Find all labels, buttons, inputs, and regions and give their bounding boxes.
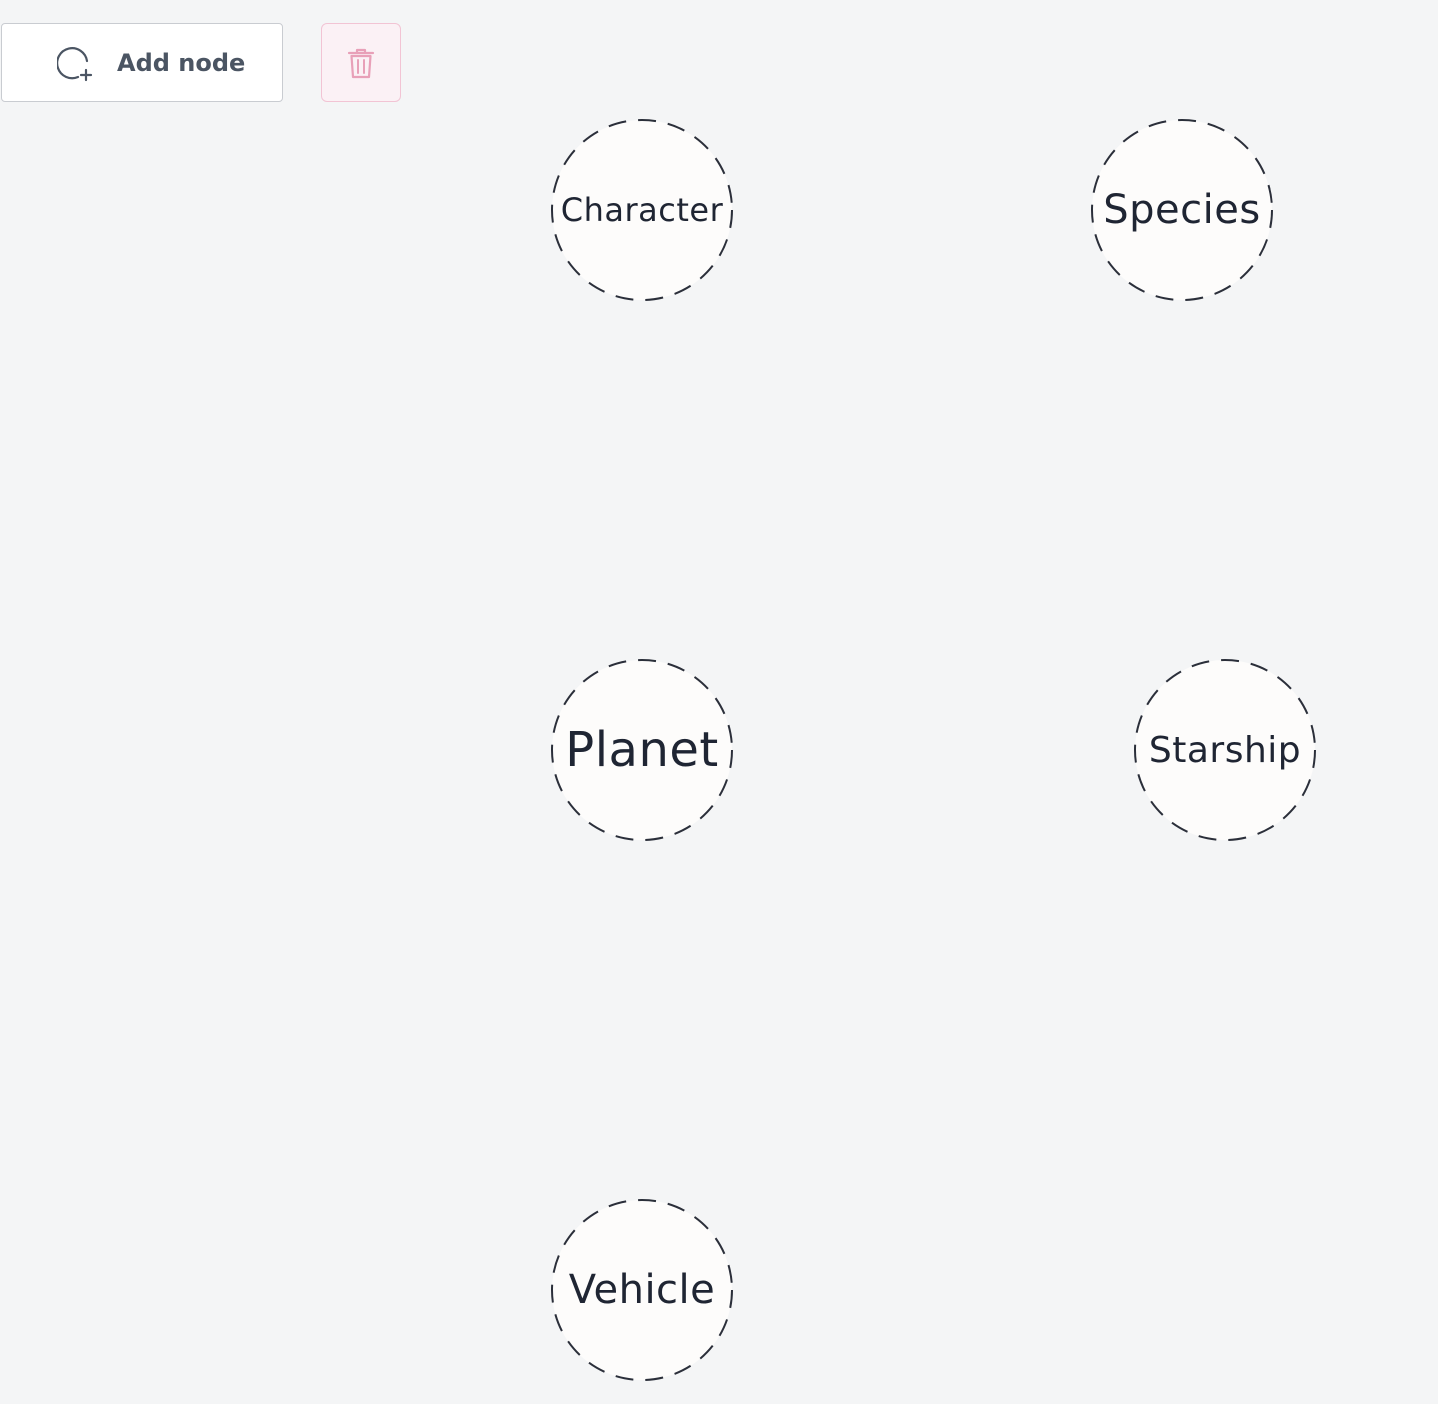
delete-button[interactable]	[321, 23, 401, 102]
graph-canvas[interactable]: Add node Character Species Planet Starsh…	[0, 0, 1438, 1404]
node-species[interactable]: Species	[1090, 118, 1274, 302]
add-node-label: Add node	[117, 49, 246, 77]
node-label: Starship	[1148, 729, 1302, 771]
toolbar: Add node	[0, 0, 1438, 110]
trash-icon	[347, 48, 375, 79]
node-label: Character	[560, 191, 724, 229]
node-label: Species	[1103, 187, 1261, 233]
node-vehicle[interactable]: Vehicle	[550, 1198, 734, 1382]
node-planet[interactable]: Planet	[550, 658, 734, 842]
add-node-button[interactable]: Add node	[1, 23, 283, 102]
circle-plus-icon	[57, 47, 93, 82]
node-starship[interactable]: Starship	[1133, 658, 1317, 842]
node-label: Vehicle	[568, 1267, 716, 1313]
node-label: Planet	[565, 722, 719, 778]
node-character[interactable]: Character	[550, 118, 734, 302]
